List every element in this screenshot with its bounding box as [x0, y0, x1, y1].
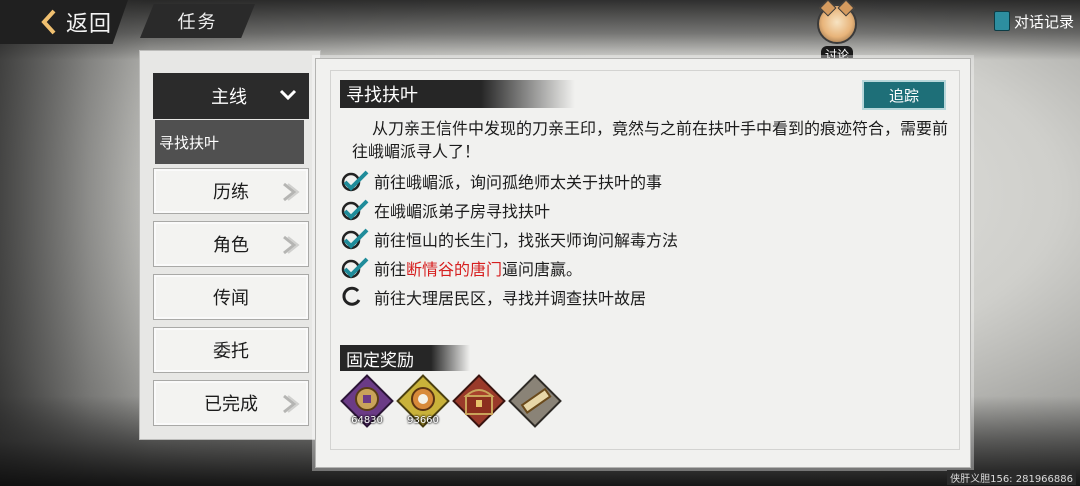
- watermark: 侠肝义胆156: 281966886: [947, 470, 1076, 485]
- back-arrow-icon: [41, 9, 56, 35]
- tab-characters-label: 角色: [213, 235, 249, 256]
- quest-steps: 前往峨嵋派，询问孤绝师太关于扶叶的事 在峨嵋派弟子房寻找扶叶 前往恒山的长生门，…: [340, 166, 678, 311]
- quest-step-suffix: 逼问唐赢。: [502, 259, 583, 279]
- tab-completed-label: 已完成: [204, 394, 258, 415]
- quest-step: 前往大理居民区，寻找并调查扶叶故居: [340, 282, 678, 311]
- tab-main-story-label: 主线: [211, 87, 247, 108]
- dialog-log-button[interactable]: 对话记录: [993, 8, 1074, 34]
- quest-description: 从刀亲王信件中发现的刀亲王印，竟然与之前在扶叶手中看到的痕迹符合，需要前往峨嵋派…: [352, 119, 949, 161]
- tab-characters[interactable]: 角色: [153, 221, 309, 267]
- chevron-right-icon: [283, 182, 300, 202]
- reward-list: 64830 93660: [340, 374, 562, 428]
- reward-count: 64830: [351, 415, 383, 426]
- reward-item[interactable]: 64830: [340, 374, 394, 428]
- tab-trials[interactable]: 历练: [153, 168, 309, 214]
- tab-commissions-label: 委托: [213, 341, 249, 362]
- chevron-right-icon: [283, 394, 300, 414]
- checkmark-icon: [340, 197, 370, 223]
- tab-rumors[interactable]: 传闻: [153, 274, 309, 320]
- page-title: 任务: [140, 4, 255, 38]
- tab-commissions[interactable]: 委托: [153, 327, 309, 373]
- chevron-down-icon: [279, 89, 297, 101]
- checkmark-icon: [340, 226, 370, 252]
- treasure-chest-icon: [452, 374, 506, 428]
- quest-step-text: 前往峨嵋派，询问孤绝师太关于扶叶的事: [374, 172, 663, 192]
- quest-step-text: 前往大理居民区，寻找并调查扶叶故居: [374, 288, 647, 308]
- reward-item[interactable]: [508, 374, 562, 428]
- quest-step-prefix: 前往: [374, 259, 407, 279]
- rewards-header: 固定奖励: [340, 345, 470, 371]
- quest-step: 前往恒山的长生门，找张天师询问解毒方法: [340, 224, 678, 253]
- book-icon: [993, 11, 1010, 31]
- quest-step: 前往 断情谷的唐门 逼问唐赢。: [340, 253, 678, 282]
- back-label: 返回: [66, 12, 113, 37]
- quest-step: 前往峨嵋派，询问孤绝师太关于扶叶的事: [340, 166, 678, 195]
- quest-step-text: 前往恒山的长生门，找张天师询问解毒方法: [374, 230, 679, 250]
- reward-item[interactable]: 93660: [396, 374, 450, 428]
- checkmark-icon: [340, 168, 370, 194]
- discuss-button[interactable]: 讨论: [812, 4, 862, 63]
- checkmark-icon: [340, 255, 370, 281]
- reward-item[interactable]: [452, 374, 506, 428]
- tab-main-story[interactable]: 主线: [153, 73, 309, 119]
- quest-step-text: 在峨嵋派弟子房寻找扶叶: [374, 201, 551, 221]
- quest-title: 寻找扶叶: [340, 80, 575, 108]
- scroll-icon: [508, 374, 562, 428]
- dog-avatar-icon: [817, 4, 857, 44]
- tab-trials-label: 历练: [213, 182, 249, 203]
- in-progress-ring-icon: [340, 284, 370, 310]
- tab-rumors-label: 传闻: [213, 288, 249, 309]
- track-button[interactable]: 追踪: [862, 80, 946, 110]
- back-button[interactable]: 返回: [0, 0, 128, 44]
- quest-step-location-link[interactable]: 断情谷的唐门: [406, 256, 502, 280]
- reward-count: 93660: [407, 415, 439, 426]
- dialog-log-label: 对话记录: [1013, 12, 1074, 31]
- tab-completed[interactable]: 已完成: [153, 380, 309, 426]
- quest-step: 在峨嵋派弟子房寻找扶叶: [340, 195, 678, 224]
- quest-list-item-selected[interactable]: 寻找扶叶: [155, 120, 304, 164]
- chevron-right-icon: [283, 235, 300, 255]
